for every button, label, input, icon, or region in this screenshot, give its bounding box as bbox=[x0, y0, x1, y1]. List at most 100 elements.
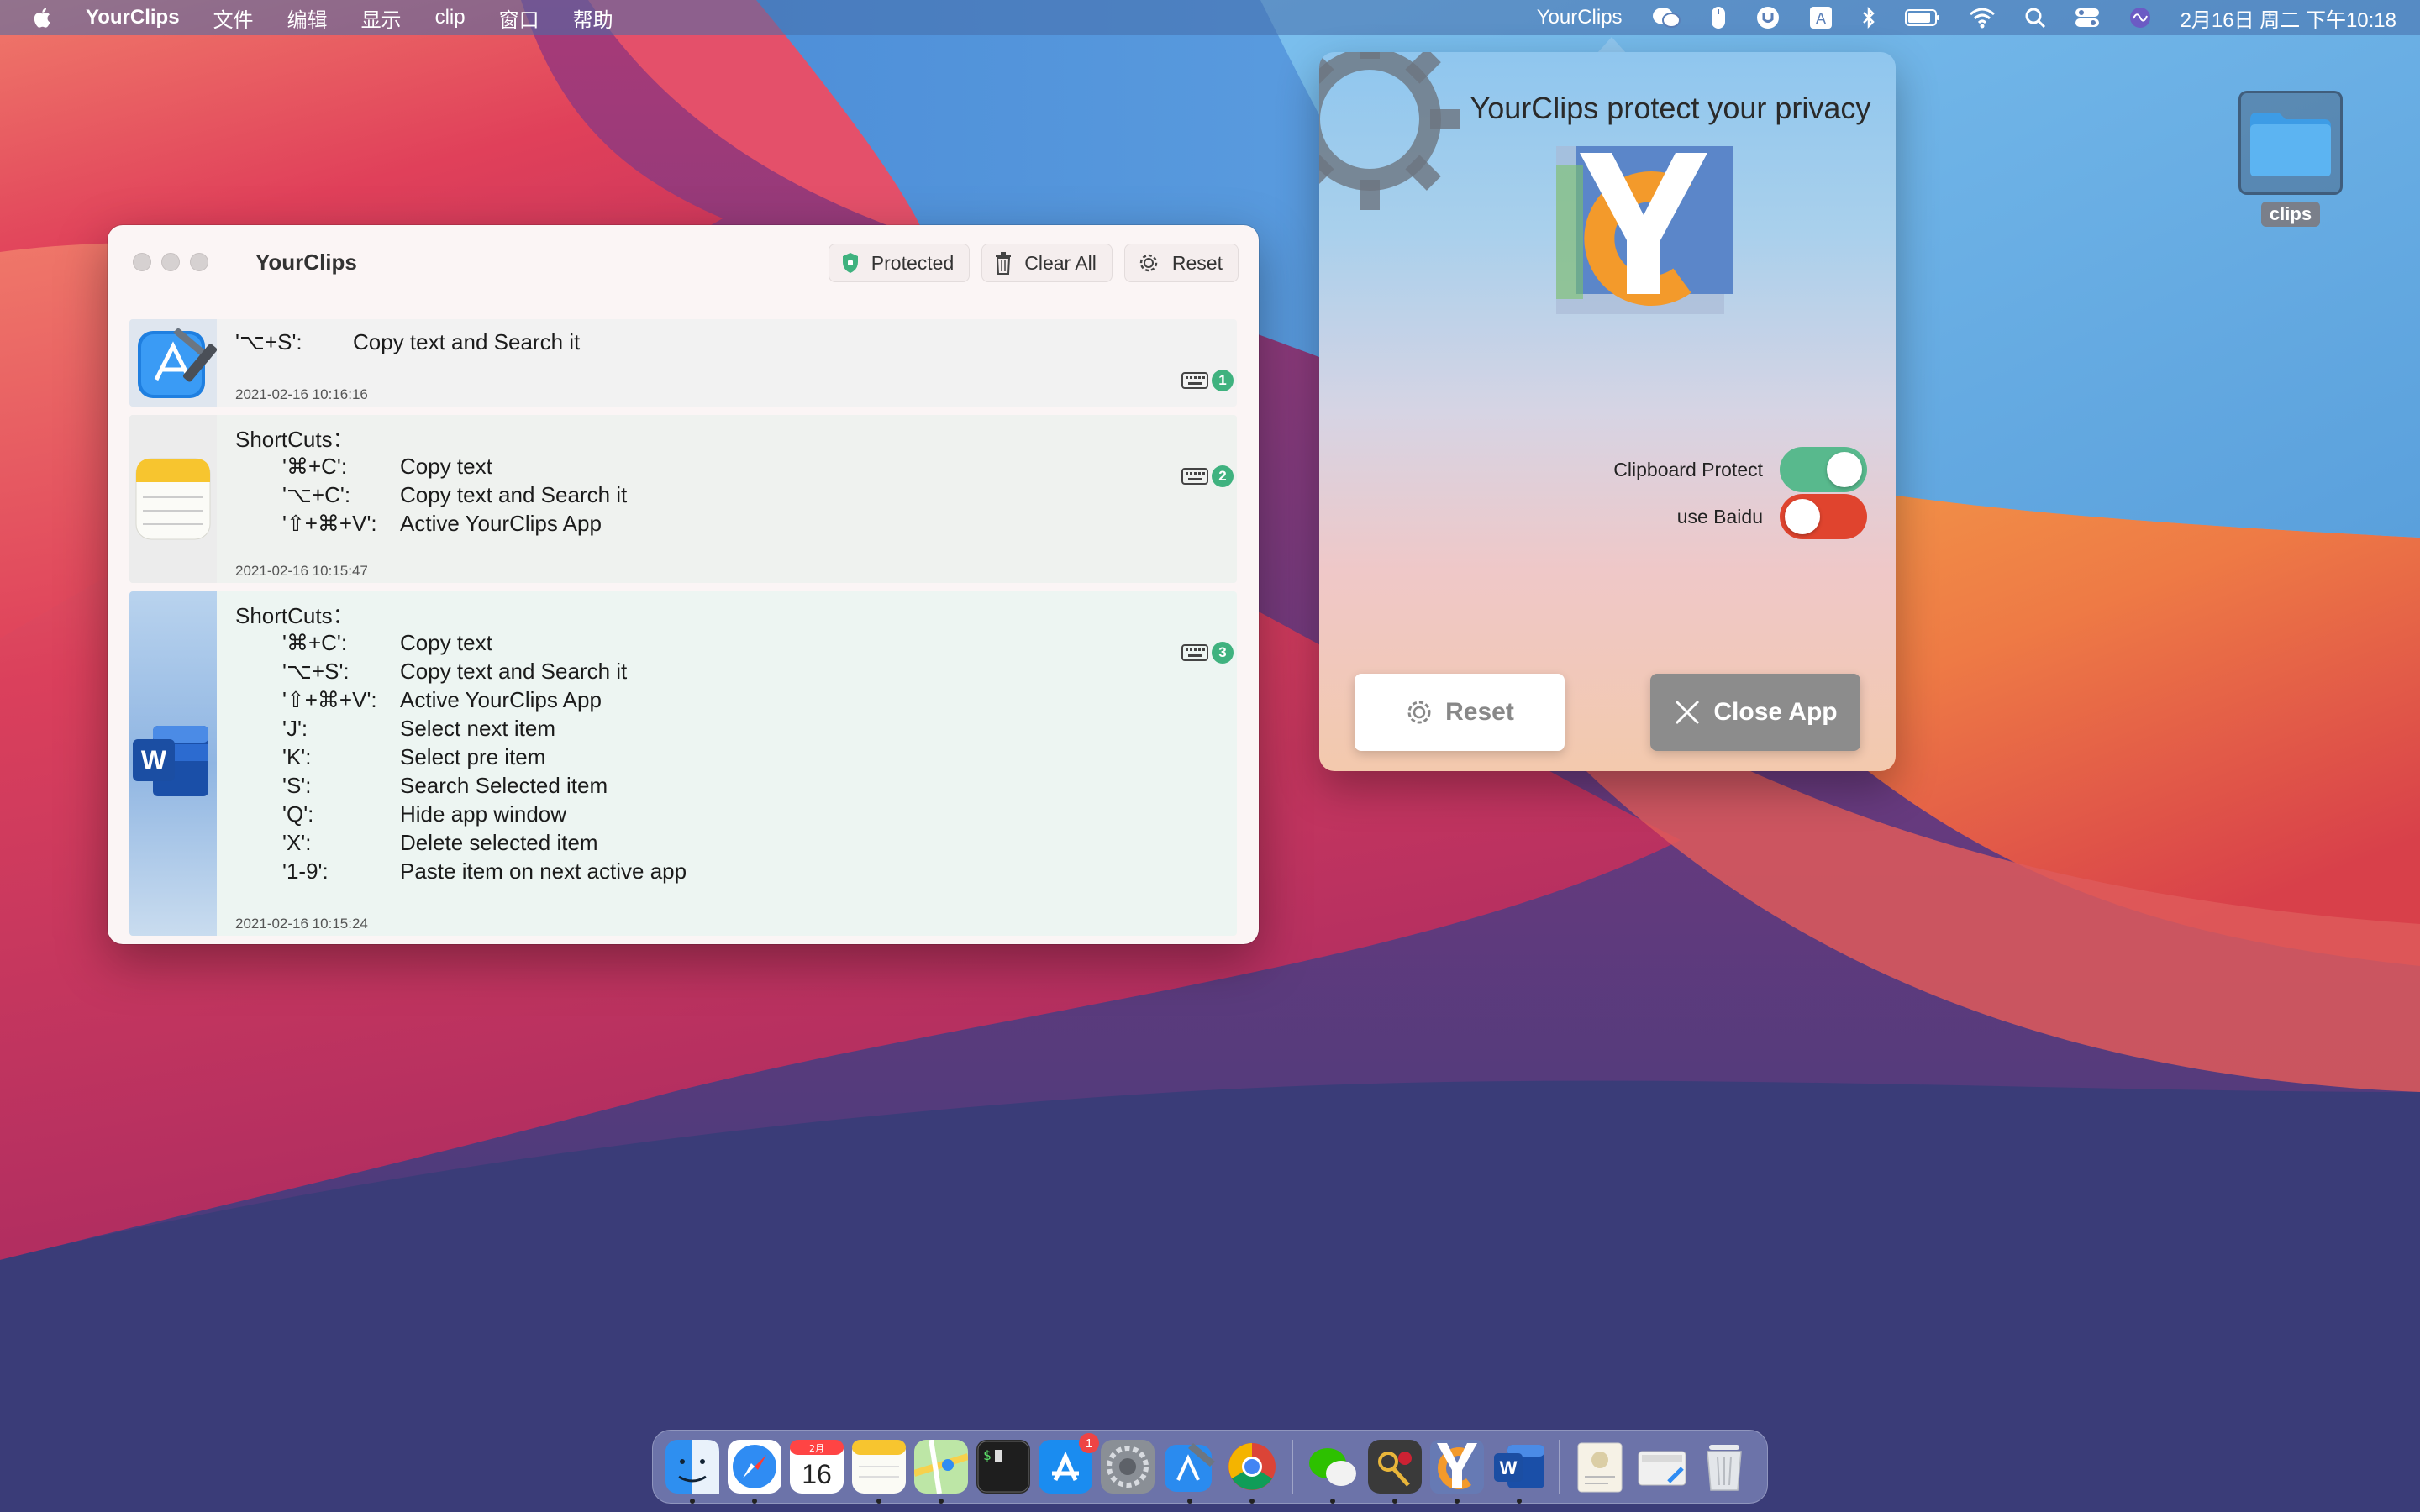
wechat-icon[interactable] bbox=[1304, 1438, 1361, 1504]
wifi-icon[interactable] bbox=[1969, 7, 1996, 29]
finder-icon[interactable] bbox=[664, 1438, 721, 1504]
shortcut-line: '⌘+C': Copy text bbox=[235, 628, 1153, 657]
shortcut-line: '⇧+⌘+V': Active YourClips App bbox=[235, 685, 1153, 714]
shortcut-desc: Paste item on next active app bbox=[400, 858, 687, 884]
close-app-button[interactable]: Close App bbox=[1650, 674, 1860, 751]
reset-button[interactable]: Reset bbox=[1123, 244, 1239, 282]
close-window-button[interactable] bbox=[133, 253, 151, 271]
shortcut-desc: Select next item bbox=[400, 715, 555, 741]
shortcut-line: '⌘+C': Copy text bbox=[235, 452, 1153, 480]
zoom-window-button[interactable] bbox=[190, 253, 208, 271]
clear-all-button[interactable]: Clear All bbox=[981, 244, 1113, 282]
shortcut-key: '1-9': bbox=[282, 858, 329, 884]
maps-icon[interactable] bbox=[913, 1438, 970, 1504]
notes-icon[interactable] bbox=[850, 1438, 908, 1504]
menu-window[interactable]: 窗口 bbox=[499, 3, 539, 33]
clipboard-protect-toggle[interactable] bbox=[1780, 447, 1867, 492]
calendar-icon[interactable]: 2月 16 bbox=[788, 1438, 845, 1495]
keyboard-icon bbox=[1181, 372, 1208, 389]
shortcut-line: 'Q': Hide app window bbox=[235, 800, 1153, 828]
use-baidu-label: use Baidu bbox=[1676, 505, 1763, 528]
clip-item[interactable]: '⌥+S': Copy text and Search it 1 2021-02… bbox=[129, 319, 1237, 407]
popover-reset-button[interactable]: Reset bbox=[1355, 674, 1565, 751]
battery-icon[interactable] bbox=[1904, 8, 1940, 27]
yourclips-icon[interactable] bbox=[1428, 1438, 1486, 1504]
terminal-icon[interactable]: $ bbox=[975, 1438, 1032, 1495]
screenshot-icon[interactable] bbox=[1634, 1438, 1691, 1495]
shortcut-line: '⌥+C': Copy text and Search it bbox=[235, 480, 1153, 509]
popover-reset-label: Reset bbox=[1445, 698, 1514, 726]
clip-status-icon[interactable] bbox=[1755, 5, 1781, 30]
calendar-day: 16 bbox=[802, 1459, 832, 1489]
appstore-badge: 1 bbox=[1079, 1433, 1099, 1453]
gear-icon bbox=[1139, 254, 1158, 272]
shortcut-desc: Active YourClips App bbox=[400, 686, 602, 712]
shortcut-line: 'K': Select pre item bbox=[235, 743, 1153, 771]
use-baidu-toggle[interactable] bbox=[1780, 494, 1867, 539]
desktop-folder-clips[interactable]: clips bbox=[2238, 91, 2343, 227]
system-preferences-icon[interactable] bbox=[1099, 1438, 1156, 1495]
menubar-clock[interactable]: 2月16日 周二 下午10:18 bbox=[2181, 3, 2396, 33]
word-icon[interactable]: W bbox=[1491, 1438, 1548, 1504]
menu-app-name[interactable]: YourClips bbox=[86, 6, 180, 29]
svg-text:W: W bbox=[141, 745, 167, 775]
clip-timestamp: 2021-02-16 10:15:47 bbox=[235, 563, 368, 579]
clip-index: 1 bbox=[1181, 370, 1234, 391]
shortcut-desc: Copy text bbox=[400, 453, 492, 479]
protected-button[interactable]: Protected bbox=[828, 244, 971, 282]
window-titlebar[interactable]: YourClips Protected Clear All Reset bbox=[108, 225, 1259, 299]
minimize-window-button[interactable] bbox=[161, 253, 180, 271]
yourclips-window: YourClips Protected Clear All Reset '⌥+S… bbox=[108, 225, 1259, 944]
menu-edit[interactable]: 编辑 bbox=[287, 3, 328, 33]
close-icon bbox=[1676, 700, 1700, 725]
shortcut-key: 'K': bbox=[282, 743, 312, 769]
window-controls bbox=[133, 253, 218, 271]
keychain-icon[interactable] bbox=[1366, 1438, 1423, 1504]
control-center-icon[interactable] bbox=[2075, 7, 2100, 29]
status-yourclips[interactable]: YourClips bbox=[1537, 6, 1623, 29]
clip-content: ShortCuts： '⌘+C': Copy text '⌥+S': Copy te… bbox=[235, 600, 1153, 885]
menu-help[interactable]: 帮助 bbox=[573, 3, 613, 33]
chrome-icon[interactable] bbox=[1223, 1438, 1281, 1504]
siri-icon[interactable] bbox=[2128, 6, 2152, 29]
spotlight-search-icon[interactable] bbox=[2024, 7, 2046, 29]
clip-item[interactable]: ShortCuts： '⌘+C': Copy text '⌥+C': Copy … bbox=[129, 415, 1237, 583]
running-indicator bbox=[1517, 1499, 1522, 1504]
keyboard-icon bbox=[1181, 644, 1208, 661]
clip-index: 3 bbox=[1181, 642, 1234, 664]
bluetooth-icon[interactable] bbox=[1861, 6, 1876, 29]
safari-icon[interactable] bbox=[726, 1438, 783, 1504]
apple-menu-icon[interactable] bbox=[30, 5, 55, 30]
wechat-status-icon[interactable] bbox=[1651, 6, 1681, 29]
trash-icon[interactable] bbox=[1696, 1438, 1753, 1495]
shortcut-key: '⌘+C': bbox=[282, 453, 348, 479]
running-indicator bbox=[690, 1499, 695, 1504]
shortcut-desc: Copy text bbox=[400, 629, 492, 655]
shortcut-desc: Copy text and Search it bbox=[400, 658, 628, 684]
menu-file[interactable]: 文件 bbox=[213, 3, 254, 33]
running-indicator bbox=[1330, 1499, 1335, 1504]
reset-label: Reset bbox=[1171, 251, 1223, 274]
clip-item[interactable]: W ShortCuts： '⌘+C': Copy text '⌥+S': Copy … bbox=[129, 591, 1237, 936]
menu-view[interactable]: 显示 bbox=[361, 3, 402, 33]
shortcut-desc: Copy text and Search it bbox=[400, 481, 628, 507]
running-indicator bbox=[1249, 1499, 1255, 1504]
running-indicator bbox=[752, 1499, 757, 1504]
use-baidu-row: use Baidu bbox=[1677, 494, 1867, 539]
appstore-icon[interactable]: 1 bbox=[1037, 1433, 1099, 1495]
menu-clip[interactable]: clip bbox=[435, 6, 466, 29]
shortcut-key: '⇧+⌘+V': bbox=[282, 686, 377, 712]
index-badge: 2 bbox=[1212, 465, 1234, 487]
preview-icon[interactable] bbox=[1571, 1438, 1628, 1495]
shield-icon bbox=[842, 253, 858, 273]
shortcut-desc: Hide app window bbox=[400, 801, 567, 827]
settings-popover: YourClips protect your privacy Clipboard… bbox=[1319, 52, 1896, 771]
toggle-knob bbox=[1785, 499, 1820, 534]
shortcut-line: 'X': Delete selected item bbox=[235, 828, 1153, 857]
xcode-icon[interactable] bbox=[1161, 1438, 1218, 1504]
mouse-status-icon[interactable] bbox=[1710, 5, 1727, 30]
input-method-icon[interactable]: A bbox=[1809, 6, 1833, 29]
index-badge: 3 bbox=[1212, 642, 1234, 664]
svg-text:A: A bbox=[1816, 10, 1826, 27]
clip-heading: ShortCuts： bbox=[235, 602, 355, 628]
